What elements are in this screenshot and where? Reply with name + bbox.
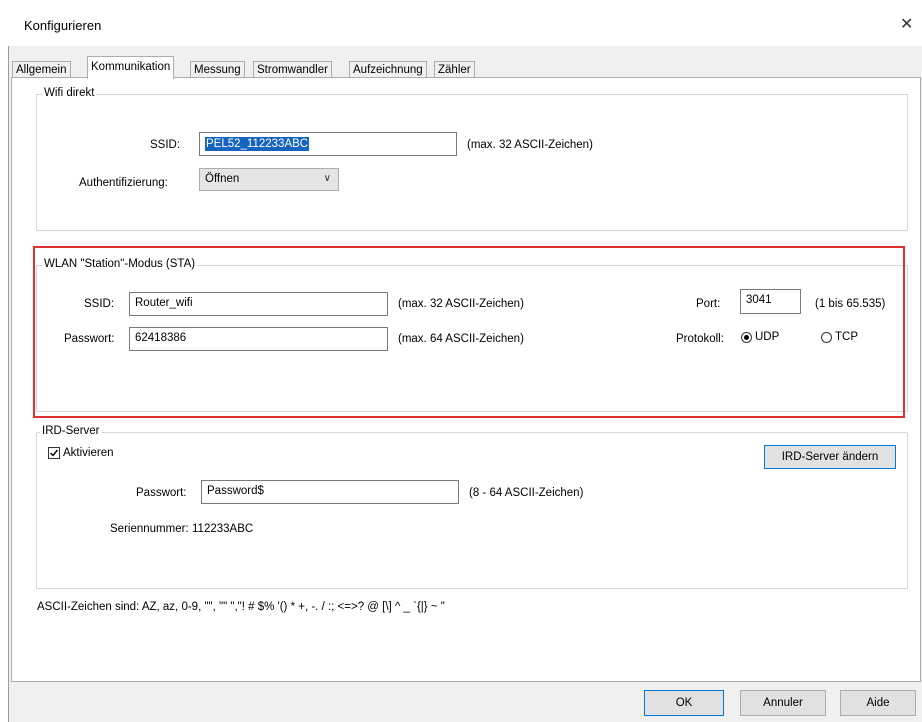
- wifi-ssid-label: SSID:: [150, 139, 181, 151]
- tab-messung[interactable]: Messung: [190, 61, 245, 78]
- wifi-ssid-value: PEL52_112233ABC: [205, 137, 310, 151]
- ok-button[interactable]: OK: [644, 690, 724, 716]
- tab-zaehler[interactable]: Zähler: [434, 61, 475, 78]
- auth-value: Öffnen: [205, 173, 240, 185]
- ird-server-legend: IRD-Server: [40, 425, 102, 437]
- highlight-box: [33, 246, 905, 418]
- activate-label: Aktivieren: [63, 447, 114, 459]
- activate-checkbox[interactable]: [48, 447, 60, 459]
- wifi-direkt-legend: Wifi direkt: [42, 87, 97, 99]
- cancel-button[interactable]: Annuler: [740, 690, 826, 716]
- window-title: Konfigurieren: [24, 18, 102, 33]
- serial-label: Seriennummer:: [110, 523, 189, 535]
- auth-label: Authentifizierung:: [79, 177, 168, 189]
- ird-password-label: Passwort:: [136, 487, 187, 499]
- help-button[interactable]: Aide: [840, 690, 916, 716]
- ird-password-input[interactable]: Password$: [201, 480, 459, 504]
- serial-value: 112233ABC: [192, 523, 254, 535]
- checkmark-icon: [50, 449, 59, 457]
- close-icon[interactable]: ✕: [900, 14, 913, 34]
- tab-stromwandler[interactable]: Stromwandler: [253, 61, 332, 78]
- ird-password-hint: (8 - 64 ASCII-Zeichen): [469, 487, 584, 499]
- ird-server-change-button[interactable]: IRD-Server ändern: [764, 445, 896, 469]
- wifi-direkt-group: [36, 94, 908, 231]
- wifi-ssid-hint: (max. 32 ASCII-Zeichen): [467, 139, 593, 151]
- ascii-note: ASCII-Zeichen sind: AZ, az, 0-9, "", "" …: [37, 601, 445, 613]
- tab-kommunikation[interactable]: Kommunikation: [87, 56, 175, 79]
- wifi-ssid-field[interactable]: PEL52_112233ABC: [199, 132, 457, 156]
- tab-allgemein[interactable]: Allgemein: [12, 61, 71, 78]
- tab-aufzeichnung[interactable]: Aufzeichnung: [349, 61, 427, 78]
- auth-select[interactable]: Öffnen ∨: [199, 168, 339, 191]
- title-bar: [8, 0, 922, 46]
- chevron-down-icon: ∨: [323, 173, 331, 184]
